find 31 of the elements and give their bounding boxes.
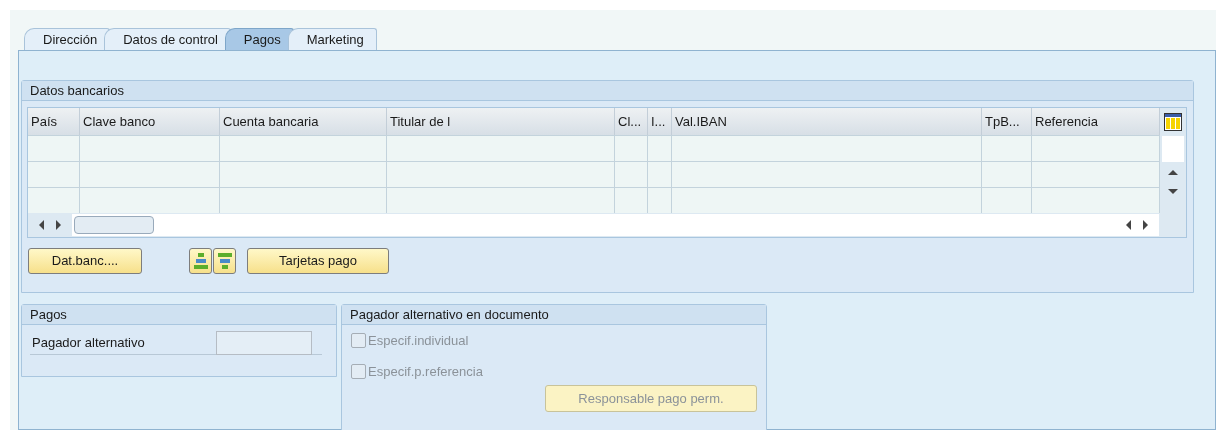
group-title: Pagador alternativo en documento: [342, 305, 766, 325]
column-header[interactable]: I...: [648, 108, 672, 135]
column-header[interactable]: Val.IBAN: [672, 108, 982, 135]
payment-cards-button[interactable]: Tarjetas pago: [247, 248, 389, 274]
column-header[interactable]: Clave banco: [80, 108, 220, 135]
column-header[interactable]: Titular de l: [387, 108, 615, 135]
checkbox-label: Especif.individual: [368, 332, 469, 350]
scroll-left-icon[interactable]: [38, 220, 45, 230]
column-header[interactable]: Referencia: [1032, 108, 1160, 135]
column-header[interactable]: Cuenta bancaria: [220, 108, 387, 135]
scroll-right-icon[interactable]: [55, 220, 62, 230]
tab[interactable]: Pagos: [224, 28, 294, 50]
bank-details-button[interactable]: Dat.banc....: [28, 248, 142, 274]
column-header[interactable]: País: [28, 108, 80, 135]
scroll-right-icon[interactable]: [1142, 220, 1149, 230]
checkbox-label: Especif.p.referencia: [368, 362, 483, 381]
scrollbar-thumb[interactable]: [74, 216, 154, 234]
scroll-down-icon[interactable]: [1167, 188, 1179, 196]
insert-row-icon[interactable]: [189, 248, 212, 274]
group-title: Pagos: [22, 305, 336, 325]
column-header[interactable]: TpB...: [982, 108, 1032, 135]
column-layout-icon[interactable]: [1164, 113, 1182, 131]
scroll-left-icon[interactable]: [1125, 220, 1132, 230]
column-header[interactable]: Cl...: [615, 108, 648, 135]
input-field[interactable]: [216, 330, 312, 355]
scroll-up-icon[interactable]: [1167, 168, 1179, 176]
group-title: Datos bancarios: [22, 81, 1193, 101]
field-label: Pagador alternativo: [31, 333, 146, 352]
tab[interactable]: Datos de control: [104, 28, 231, 50]
tab[interactable]: Marketing: [287, 28, 377, 50]
delete-row-icon[interactable]: [213, 248, 236, 274]
